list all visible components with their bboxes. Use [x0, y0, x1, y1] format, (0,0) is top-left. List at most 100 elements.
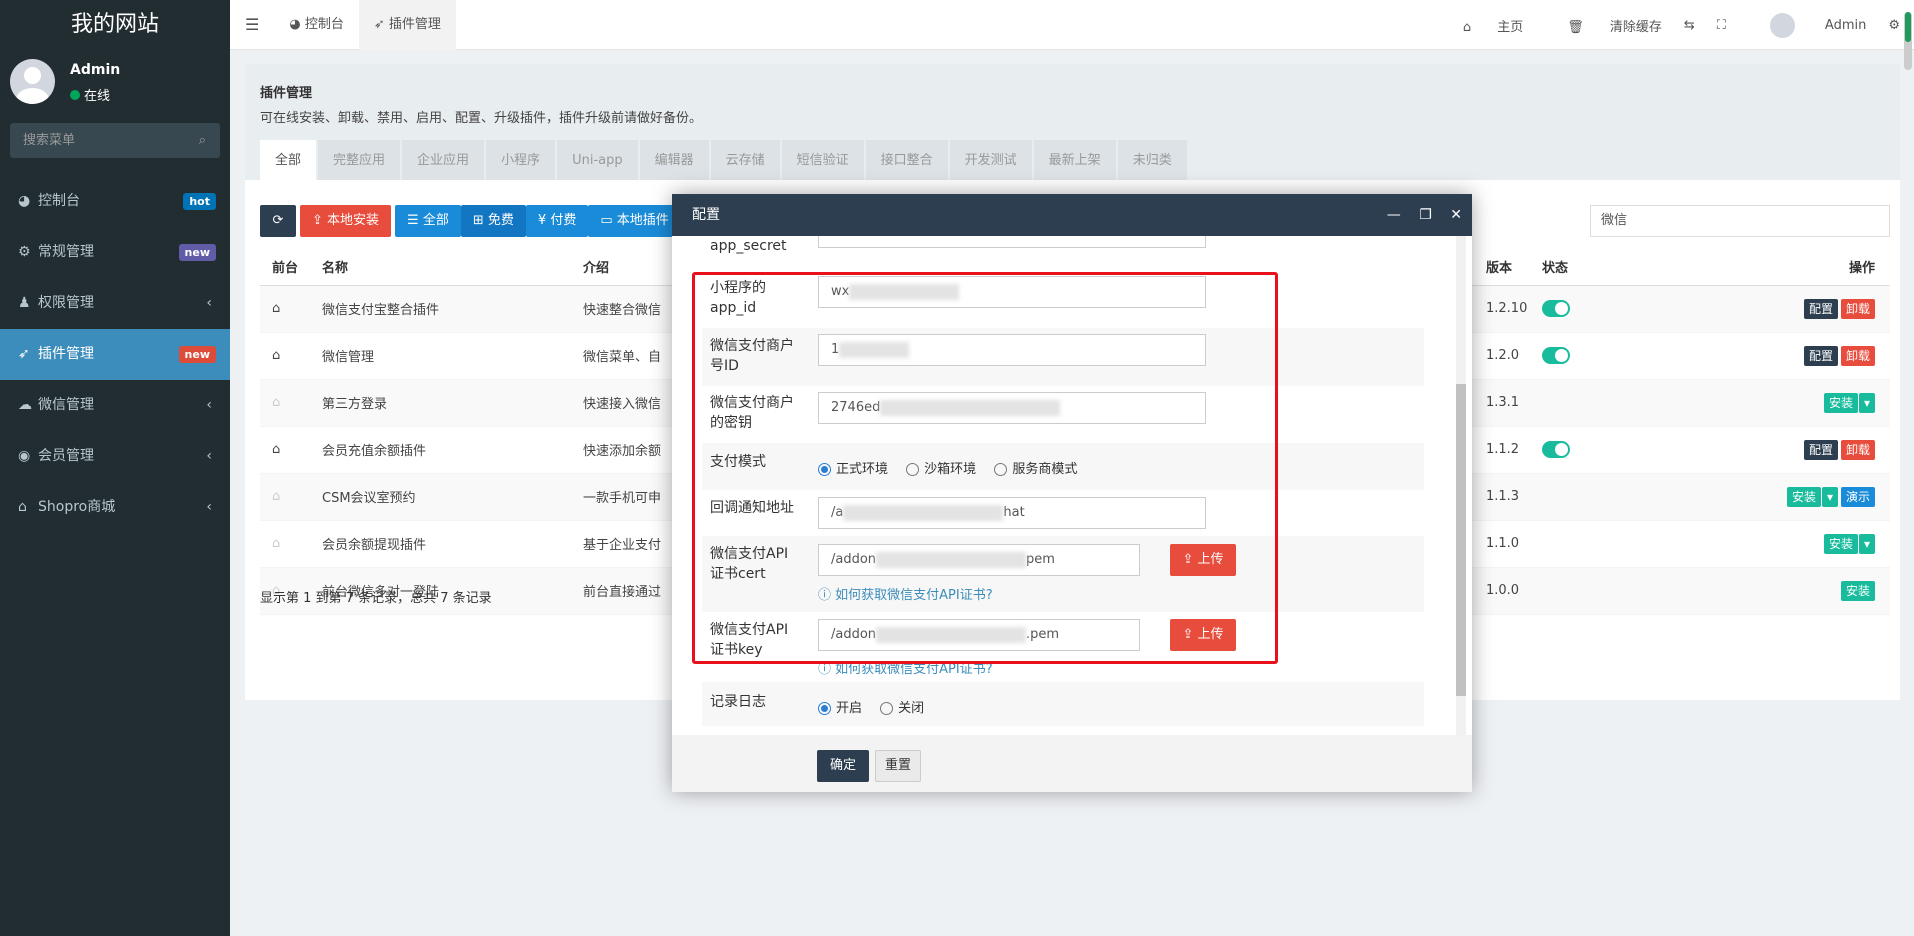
install-dropdown-icon[interactable]: ▾: [1858, 392, 1875, 413]
home-link[interactable]: ⌂ 主页: [1441, 16, 1523, 35]
demo-button[interactable]: 演示: [1840, 486, 1875, 507]
local-plugins-button[interactable]: ▭ 本地插件: [588, 205, 681, 237]
tab-newest[interactable]: 最新上架: [1033, 140, 1116, 181]
sidebar-item-wechat[interactable]: ☁ 微信管理 ‹: [0, 380, 230, 431]
install-button[interactable]: 安装: [1823, 533, 1858, 554]
tab-all[interactable]: 全部: [260, 140, 317, 181]
sidebar-item-general[interactable]: ⚙ 常规管理 new: [0, 227, 230, 278]
scrollbar-thumb[interactable]: [1456, 384, 1466, 696]
tab-plugins[interactable]: ➶ 插件管理: [358, 0, 456, 50]
col-version[interactable]: 版本: [1474, 248, 1530, 286]
refresh-icon: ⟳: [272, 213, 284, 228]
col-name[interactable]: 名称: [310, 248, 571, 286]
tab-dev-test[interactable]: 开发测试: [949, 140, 1032, 181]
sidebar-item-auth[interactable]: ♟ 权限管理 ‹: [0, 278, 230, 329]
reset-button[interactable]: 重置: [875, 750, 921, 782]
filter-all-button[interactable]: ☰ 全部: [395, 205, 461, 237]
install-dropdown-icon[interactable]: ▾: [1821, 486, 1838, 507]
tab-dashboard[interactable]: ◕ 控制台: [274, 0, 359, 50]
radio-option-off[interactable]: 关闭: [880, 701, 924, 716]
status-toggle[interactable]: [1542, 300, 1570, 317]
config-button[interactable]: 配置: [1803, 345, 1838, 366]
app-secret-input[interactable]: [818, 236, 1206, 248]
user-menu[interactable]: Admin: [1748, 12, 1867, 38]
install-button[interactable]: 安装: [1786, 486, 1821, 507]
minimize-icon[interactable]: —: [1387, 207, 1401, 223]
radio-option-on[interactable]: 开启: [818, 701, 862, 716]
sidebar-search-input[interactable]: 搜索菜单 ⌕: [10, 123, 220, 158]
settings-icon[interactable]: ⚙: [1888, 18, 1900, 33]
status-cell: [1530, 285, 1610, 333]
local-install-button[interactable]: ⇪ 本地安装: [300, 205, 392, 237]
app-secret-row: app_secret: [702, 236, 1424, 255]
maximize-icon[interactable]: ❐: [1419, 207, 1432, 223]
front-home-icon[interactable]: ⌂: [260, 426, 310, 474]
filter-free-button[interactable]: ⊞ 免费: [460, 205, 526, 237]
clear-cache-button[interactable]: 🗑 清除缓存: [1545, 16, 1662, 35]
filter-paid-button[interactable]: ¥ 付费: [525, 205, 589, 237]
close-icon[interactable]: ✕: [1450, 207, 1462, 223]
status-text: 在线: [84, 89, 111, 104]
sidebar-item-plugins[interactable]: ➶ 插件管理 new: [0, 329, 230, 380]
tab-sms[interactable]: 短信验证: [781, 140, 864, 181]
config-button[interactable]: 配置: [1803, 298, 1838, 319]
tab-api[interactable]: 接口整合: [865, 140, 948, 181]
tab-editor[interactable]: 编辑器: [639, 140, 709, 181]
page-description: 可在线安装、卸载、禁用、启用、配置、升级插件，插件升级前请做好备份。: [260, 111, 703, 126]
chevron-left-icon: ‹: [206, 499, 212, 515]
language-icon[interactable]: ⇆: [1684, 18, 1695, 33]
status-toggle[interactable]: [1542, 347, 1570, 364]
radio-label: 关闭: [898, 701, 925, 716]
config-button[interactable]: 配置: [1803, 439, 1838, 460]
sidebar-item-label: Shopro商城: [38, 499, 116, 515]
install-button[interactable]: 安装: [1840, 580, 1875, 601]
refresh-button[interactable]: ⟳: [260, 205, 296, 237]
status-toggle[interactable]: [1542, 441, 1570, 458]
tab-uniapp[interactable]: Uni-app: [557, 140, 638, 181]
install-button[interactable]: 安装: [1823, 392, 1858, 413]
home-icon: ⌂: [18, 499, 27, 515]
user-circle-icon: ◉: [18, 448, 31, 464]
sidebar-item-members[interactable]: ◉ 会员管理 ‹: [0, 431, 230, 482]
user-status: 在线: [70, 85, 110, 104]
modal-title: 配置: [692, 207, 720, 223]
front-home-icon[interactable]: ⌂: [260, 332, 310, 380]
home-icon: ⌂: [1462, 19, 1476, 35]
tab-cloud-storage[interactable]: 云存储: [710, 140, 780, 181]
uninstall-button[interactable]: 卸载: [1840, 345, 1875, 366]
modal-header[interactable]: 配置 — ❐ ✕: [672, 194, 1472, 236]
confirm-button[interactable]: 确定: [817, 750, 869, 782]
user-name: Admin: [1824, 17, 1867, 33]
install-dropdown-icon[interactable]: ▾: [1858, 533, 1875, 554]
users-icon: ♟: [18, 295, 31, 311]
front-home-icon[interactable]: ⌂: [260, 285, 310, 333]
plugin-name: 会员充值余额插件: [310, 426, 571, 474]
button-label: 付费: [550, 213, 577, 228]
rocket-icon: ➶: [18, 346, 30, 362]
col-front[interactable]: 前台: [260, 248, 310, 286]
plugin-search-input[interactable]: 微信: [1590, 205, 1890, 237]
button-label: 本地插件: [616, 213, 669, 228]
chevron-left-icon: ‹: [206, 397, 212, 413]
tab-enterprise[interactable]: 企业应用: [402, 140, 485, 181]
menu-toggle-icon[interactable]: ☰: [230, 0, 274, 50]
ops-cell: 配置 卸载: [1610, 426, 1890, 474]
page-scrollbar[interactable]: [1904, 12, 1912, 70]
site-title[interactable]: 我的网站: [0, 0, 230, 50]
fullscreen-icon[interactable]: ⛶: [1717, 18, 1726, 33]
sidebar-item-label: 常规管理: [38, 244, 94, 260]
uninstall-button[interactable]: 卸载: [1840, 298, 1875, 319]
search-icon[interactable]: ⌕: [199, 123, 206, 158]
uninstall-button[interactable]: 卸载: [1840, 439, 1875, 460]
tab-complete-apps[interactable]: 完整应用: [318, 140, 401, 181]
modal-scrollbar[interactable]: [1456, 236, 1466, 735]
sidebar-item-dashboard[interactable]: ◕ 控制台 hot: [0, 176, 230, 227]
user-panel: Admin 在线: [0, 50, 230, 116]
col-status[interactable]: 状态: [1530, 248, 1610, 286]
sidebar-item-label: 会员管理: [38, 448, 94, 464]
tab-uncategorized[interactable]: 未归类: [1117, 140, 1187, 181]
sidebar-item-shopro[interactable]: ⌂ Shopro商城 ‹: [0, 482, 230, 533]
tab-miniapp[interactable]: 小程序: [486, 140, 556, 181]
plugin-name: CSM会议室预约: [310, 473, 571, 521]
modal-window-controls: — ❐ ✕: [1373, 194, 1462, 236]
